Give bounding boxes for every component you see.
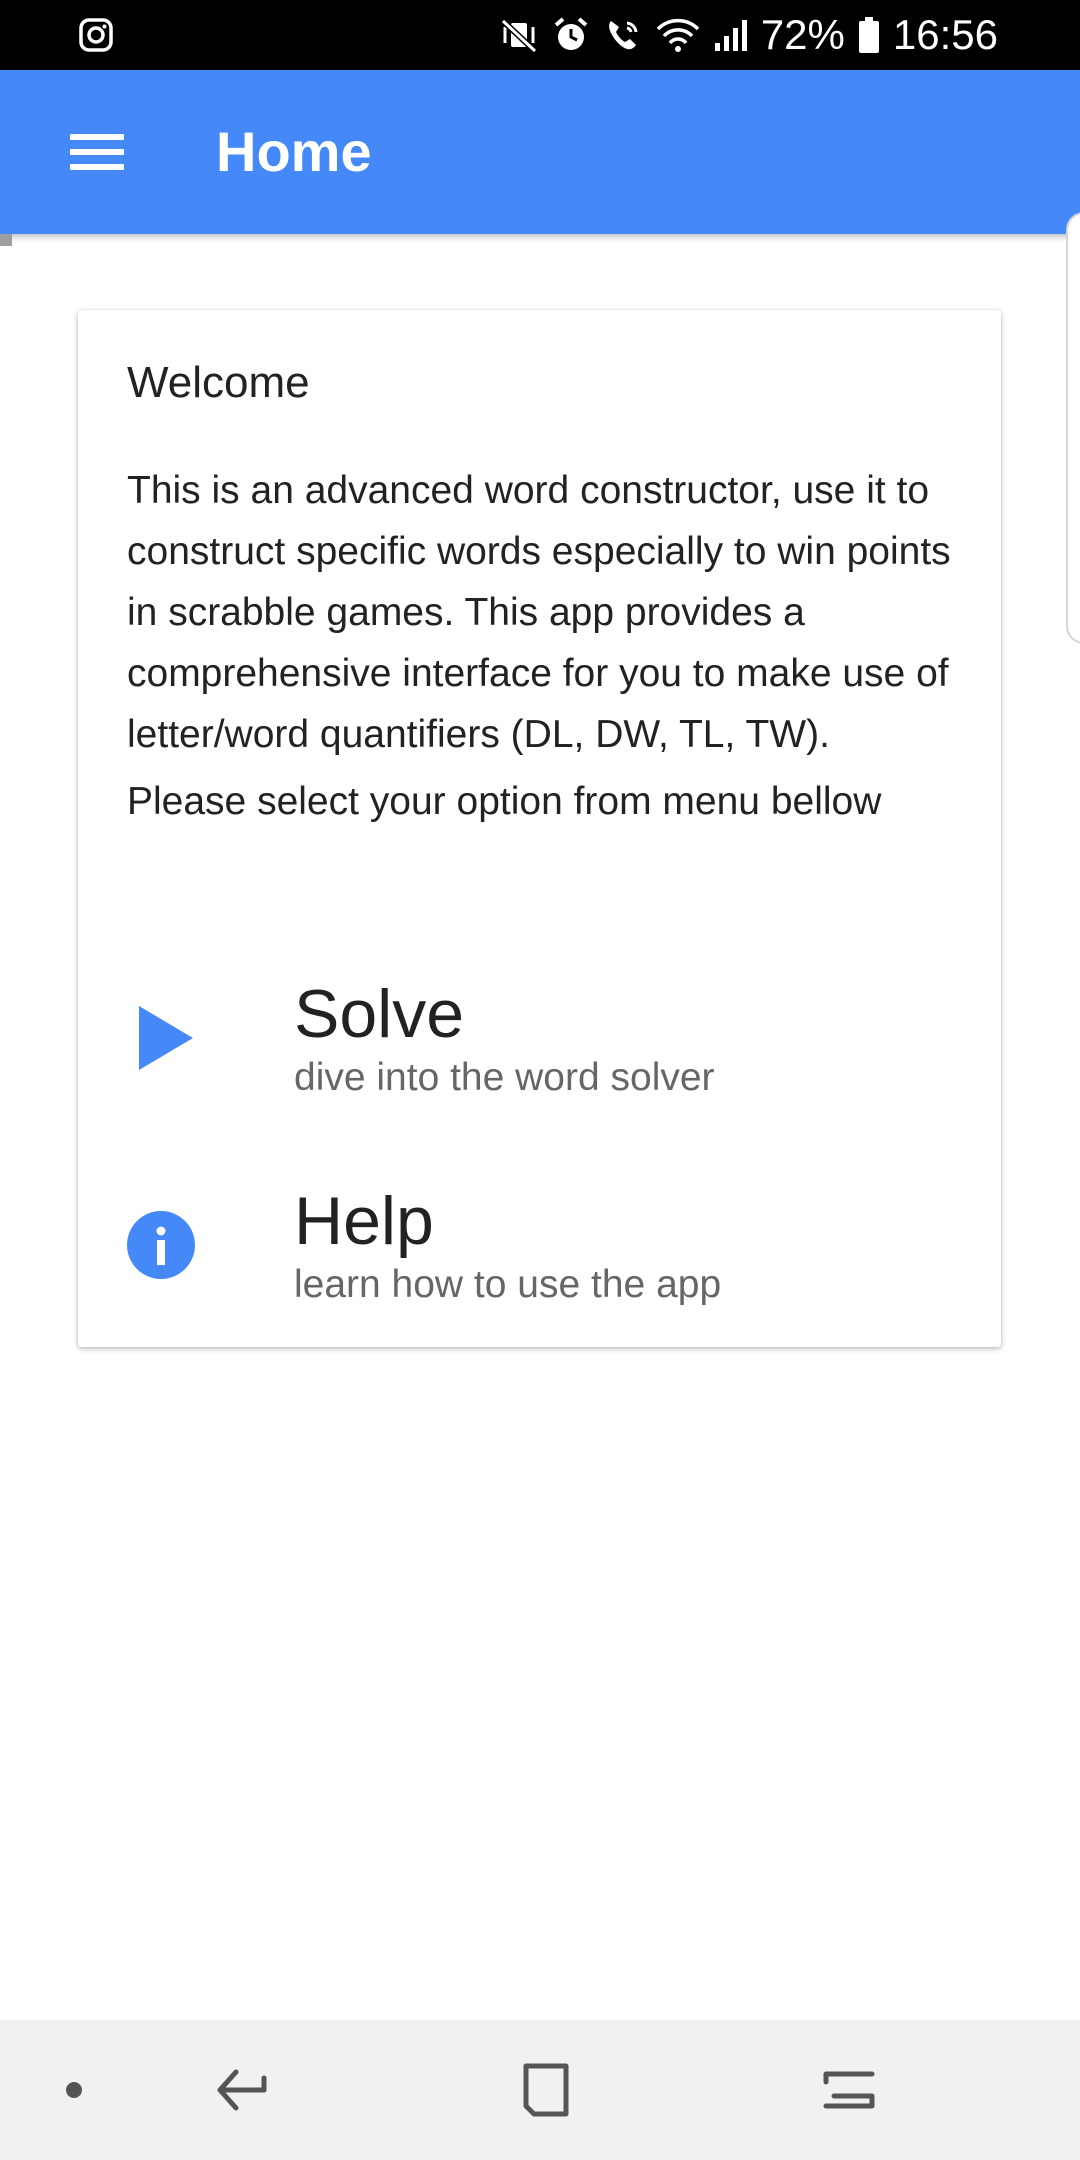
hamburger-menu-icon[interactable] <box>56 118 136 186</box>
clock-time: 16:56 <box>892 11 998 58</box>
solve-menu-item[interactable]: Solve dive into the word solver <box>78 948 1001 1128</box>
battery-percent: 72% <box>760 11 845 58</box>
info-icon <box>127 1209 199 1281</box>
card-title: Welcome <box>127 358 310 407</box>
welcome-card: Welcome This is an advanced word constru… <box>78 310 1001 1347</box>
home-icon[interactable] <box>486 2020 606 2160</box>
help-subtitle: learn how to use the app <box>294 1263 722 1306</box>
alarm-icon <box>551 15 591 55</box>
battery-icon <box>857 15 881 55</box>
status-icons: 72% 16:56 <box>499 0 998 70</box>
back-icon[interactable] <box>184 2020 304 2160</box>
solve-subtitle: dive into the word solver <box>294 1056 715 1099</box>
navigation-bar <box>0 2020 1080 2160</box>
edge-panel-handle[interactable] <box>1066 212 1080 644</box>
help-menu-item[interactable]: Help learn how to use the app <box>78 1155 1001 1335</box>
signal-icon <box>713 15 749 55</box>
wifi-call-icon <box>603 15 643 55</box>
wifi-icon <box>655 15 701 55</box>
card-body: This is an advanced word constructor, us… <box>127 460 967 832</box>
scroll-indicator <box>0 234 12 246</box>
status-bar: 72% 16:56 <box>0 0 1080 70</box>
page-title: Home <box>216 120 372 183</box>
mute-vibrate-icon <box>499 15 539 55</box>
app-bar: Home <box>0 70 1080 234</box>
play-icon <box>127 1002 199 1074</box>
solve-title: Solve <box>294 976 465 1052</box>
intro-paragraph: This is an advanced word constructor, us… <box>127 469 951 756</box>
instruction-paragraph: Please select your option from menu bell… <box>127 780 882 823</box>
help-title: Help <box>294 1183 434 1259</box>
instagram-icon <box>78 17 114 53</box>
recents-icon[interactable] <box>790 2020 910 2160</box>
dot-icon[interactable] <box>14 2020 134 2160</box>
